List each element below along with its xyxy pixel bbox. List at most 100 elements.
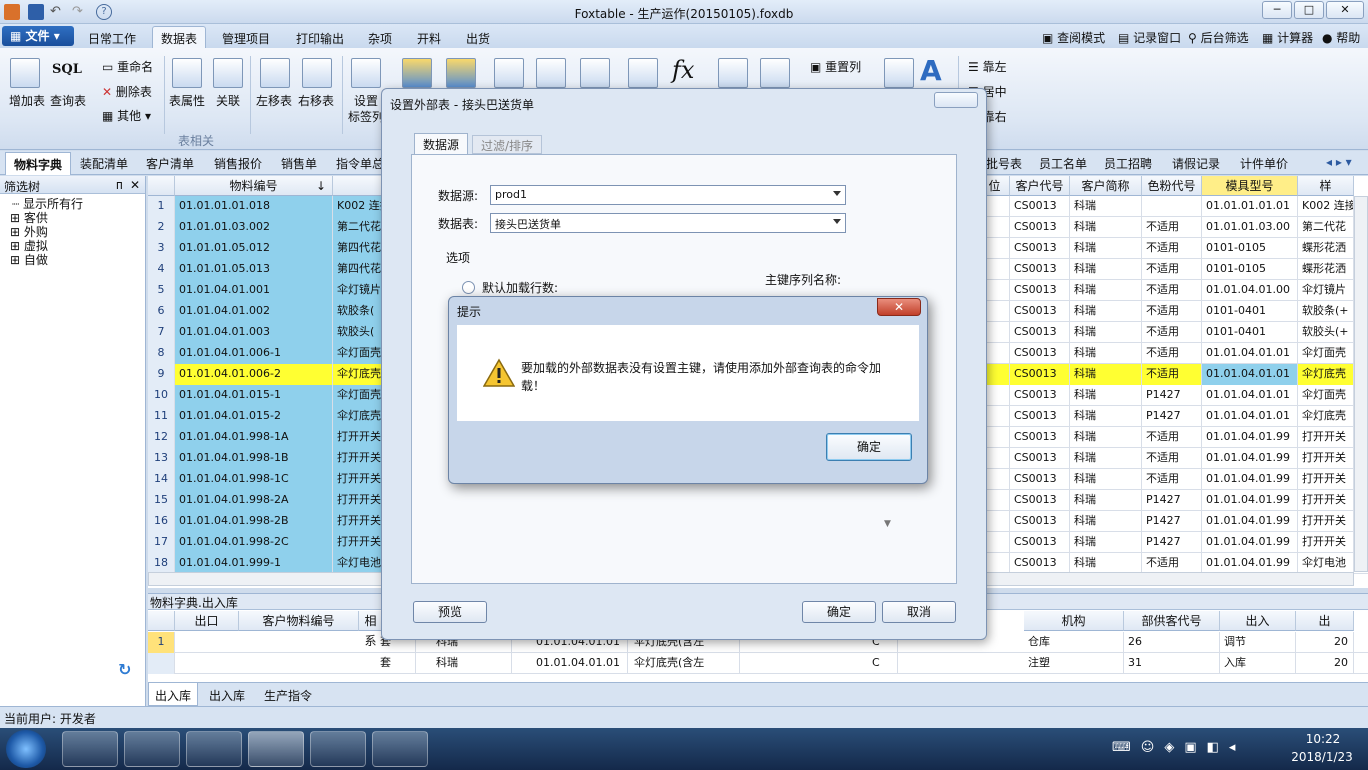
- cell-spec[interactable]: 打开开关: [1298, 490, 1354, 511]
- cell-color[interactable]: 不适用: [1142, 448, 1202, 469]
- sub-tab-inout-2[interactable]: 出入库: [209, 687, 245, 704]
- cell-spec[interactable]: 伞灯底壳: [1298, 364, 1354, 385]
- sub-tab-inout[interactable]: 出入库: [148, 683, 199, 706]
- sub-header-1[interactable]: 客户物料编号: [239, 611, 359, 631]
- cell-color[interactable]: 不适用: [1142, 343, 1202, 364]
- cell-n[interactable]: 5: [148, 280, 175, 301]
- cell-short[interactable]: 科瑞: [1070, 343, 1142, 364]
- sub-cell-d[interactable]: 伞灯底壳(含左: [630, 653, 740, 674]
- cell-spec[interactable]: 打开开关: [1298, 469, 1354, 490]
- tab-material[interactable]: 物料字典: [5, 152, 72, 175]
- cell-cust[interactable]: CS0013: [1010, 511, 1070, 532]
- db-refresh-icon[interactable]: [446, 58, 476, 88]
- cell-mold[interactable]: 0101-0105: [1202, 238, 1298, 259]
- ie2-task-icon[interactable]: [372, 731, 428, 767]
- cell-n[interactable]: 14: [148, 469, 175, 490]
- cell-color[interactable]: 不适用: [1142, 259, 1202, 280]
- cell-color[interactable]: P1427: [1142, 511, 1202, 532]
- cell-short[interactable]: 科瑞: [1070, 427, 1142, 448]
- cell-cust[interactable]: CS0013: [1010, 385, 1070, 406]
- header-color-code[interactable]: 色粉代号: [1142, 176, 1202, 196]
- sub-cell-c[interactable]: 01.01.04.01.01: [532, 653, 628, 674]
- cell-color[interactable]: 不适用: [1142, 427, 1202, 448]
- cell-n[interactable]: 2: [148, 217, 175, 238]
- cell-short[interactable]: 科瑞: [1070, 364, 1142, 385]
- move-left-label[interactable]: 左移表: [256, 92, 292, 109]
- cell-name[interactable]: 打开开关: [333, 427, 383, 448]
- sub-cell-b[interactable]: 科瑞: [432, 653, 512, 674]
- font-icon[interactable]: A: [920, 54, 942, 87]
- cell-n[interactable]: 9: [148, 364, 175, 385]
- menu-cutting[interactable]: 开料: [417, 30, 441, 47]
- sub-header-4[interactable]: 部供客代号: [1124, 611, 1220, 631]
- foxtable-task-icon[interactable]: [248, 731, 304, 767]
- cell-color[interactable]: P1427: [1142, 532, 1202, 553]
- cell-short[interactable]: 科瑞: [1070, 553, 1142, 574]
- sub-cell-g[interactable]: 26: [1124, 632, 1220, 653]
- cell-mold[interactable]: 01.01.04.01.00: [1202, 280, 1298, 301]
- header-customer-code[interactable]: 客户代号: [1010, 176, 1070, 196]
- tab-orders[interactable]: 指令单总: [336, 155, 384, 172]
- minimize-button[interactable]: ─: [1262, 1, 1292, 19]
- cell-n[interactable]: 4: [148, 259, 175, 280]
- edit-icon[interactable]: [580, 58, 610, 88]
- move-right-label[interactable]: 右移表: [298, 92, 334, 109]
- tab-sales[interactable]: 销售单: [281, 155, 317, 172]
- align-left-button[interactable]: ☰ 靠左: [968, 58, 1007, 75]
- relation-icon[interactable]: [213, 58, 243, 88]
- cell-name[interactable]: 伞灯面壳: [333, 343, 383, 364]
- filter-button[interactable]: ⚲ 后台筛选: [1188, 29, 1249, 46]
- menu-misc[interactable]: 杂项: [368, 30, 392, 47]
- cell-short[interactable]: 科瑞: [1070, 322, 1142, 343]
- cell-cust[interactable]: CS0013: [1010, 217, 1070, 238]
- cell-n[interactable]: 12: [148, 427, 175, 448]
- cell-color[interactable]: [1142, 196, 1202, 217]
- cell-code[interactable]: 01.01.04.01.006-1: [175, 343, 333, 364]
- cell-name[interactable]: 打开开关: [333, 490, 383, 511]
- cell-short[interactable]: 科瑞: [1070, 238, 1142, 259]
- cell-name[interactable]: 伞灯面壳: [333, 385, 383, 406]
- cell-color[interactable]: 不适用: [1142, 238, 1202, 259]
- tree-item-purchased[interactable]: ⊞ 外购: [0, 225, 145, 239]
- cell-mold[interactable]: 01.01.04.01.01: [1202, 406, 1298, 427]
- tab-customers[interactable]: 客户清单: [146, 155, 194, 172]
- close-button[interactable]: ✕: [1326, 1, 1364, 19]
- sub-cell-e[interactable]: C: [868, 653, 898, 674]
- cell-n[interactable]: 3: [148, 238, 175, 259]
- cell-n[interactable]: 16: [148, 511, 175, 532]
- calculator-button[interactable]: ▦ 计算器: [1262, 29, 1313, 46]
- tab-quotes[interactable]: 销售报价: [214, 155, 262, 172]
- cell-spec[interactable]: 伞灯电池: [1298, 553, 1354, 574]
- cell-short[interactable]: 科瑞: [1070, 511, 1142, 532]
- start-button[interactable]: [6, 730, 46, 768]
- cell-mold[interactable]: 01.01.04.01.01: [1202, 385, 1298, 406]
- expression-icon[interactable]: [628, 58, 658, 88]
- cell-mold[interactable]: 01.01.04.01.99: [1202, 469, 1298, 490]
- column-left-icon[interactable]: [718, 58, 748, 88]
- reset-column-button[interactable]: ▣ 重置列: [810, 58, 861, 75]
- label-column-label[interactable]: 标签列: [348, 108, 384, 125]
- cell-n[interactable]: 13: [148, 448, 175, 469]
- cell-short[interactable]: 科瑞: [1070, 448, 1142, 469]
- cell-spec[interactable]: 软胶头(+: [1298, 322, 1354, 343]
- cell-name[interactable]: 软胶条(: [333, 301, 383, 322]
- add-table-icon[interactable]: [10, 58, 40, 88]
- cell-name[interactable]: 打开开关: [333, 532, 383, 553]
- message-ok-button[interactable]: 确定: [826, 433, 912, 461]
- cell-short[interactable]: 科瑞: [1070, 301, 1142, 322]
- cell-spec[interactable]: 伞灯面壳: [1298, 343, 1354, 364]
- file-menu-button[interactable]: ▦ 文件 ▾: [2, 26, 74, 46]
- cell-short[interactable]: 科瑞: [1070, 385, 1142, 406]
- record-window-button[interactable]: ▤ 记录窗口: [1118, 29, 1181, 46]
- cell-name[interactable]: 第四代花: [333, 259, 383, 280]
- cell-n[interactable]: 1: [148, 196, 175, 217]
- cell-spec[interactable]: 打开开关: [1298, 448, 1354, 469]
- sub-cell-f[interactable]: 注塑: [1024, 653, 1124, 674]
- sub-cell-h[interactable]: 调节: [1220, 632, 1296, 653]
- sub-cell-g[interactable]: 31: [1124, 653, 1220, 674]
- cell-cust[interactable]: CS0013: [1010, 301, 1070, 322]
- table-props-icon[interactable]: [172, 58, 202, 88]
- cell-color[interactable]: 不适用: [1142, 322, 1202, 343]
- column-right-icon[interactable]: [760, 58, 790, 88]
- db-icon[interactable]: [402, 58, 432, 88]
